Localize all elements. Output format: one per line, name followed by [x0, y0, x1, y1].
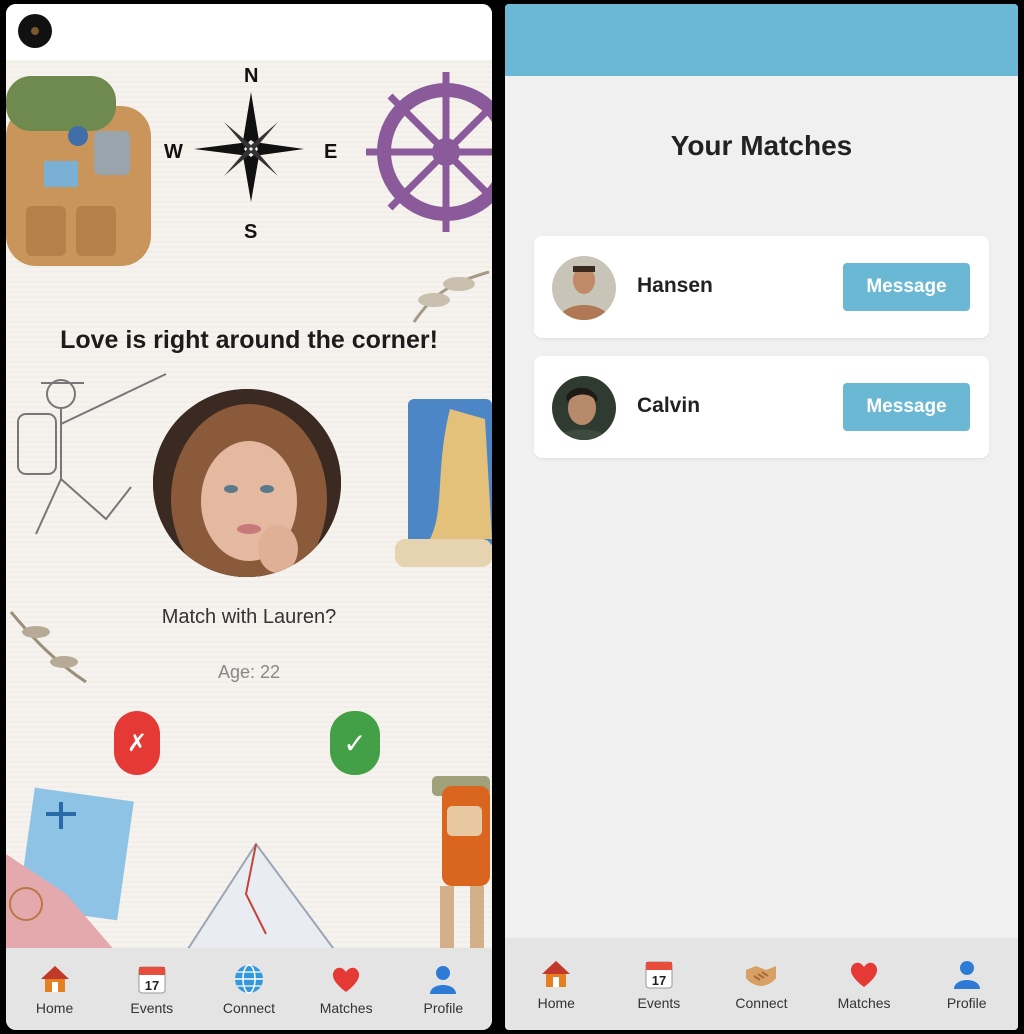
matches-screen: Your Matches Hansen Message Calvin Messa… — [505, 4, 1018, 1030]
compass-n: N — [244, 65, 258, 87]
nav-connect[interactable]: Connect — [209, 962, 289, 1016]
message-button[interactable]: Message — [843, 263, 970, 311]
calendar-icon: 17 — [642, 957, 676, 991]
house-icon — [38, 962, 72, 996]
bottom-nav: Home 17 Events Connect Matches Profile — [6, 948, 492, 1030]
nav-matches[interactable]: Matches — [306, 962, 386, 1016]
heart-icon — [847, 957, 881, 991]
nav-profile[interactable]: Profile — [403, 962, 483, 1016]
match-name: Hansen — [637, 274, 713, 297]
nav-connect-label: Connect — [222, 1000, 276, 1016]
nav-profile-label: Profile — [423, 1000, 464, 1016]
calendar-icon: 17 — [135, 962, 169, 996]
menu-button[interactable] — [18, 14, 52, 48]
compass-icon: N E S W — [164, 65, 337, 243]
nav-matches[interactable]: Matches — [824, 957, 904, 1011]
hansen-avatar — [552, 256, 616, 320]
handshake-icon — [744, 957, 778, 991]
nav-home[interactable]: Home — [516, 957, 596, 1011]
compass-s: S — [244, 221, 257, 243]
nav-connect-label: Connect — [735, 995, 788, 1011]
calendar-date: 17 — [145, 978, 159, 993]
heart-icon — [329, 962, 363, 996]
nav-profile-label: Profile — [946, 995, 987, 1011]
nav-events-label: Events — [130, 1000, 174, 1016]
nav-events[interactable]: 17 Events — [112, 962, 192, 1016]
swipe-screen: N E S W Love is right around the corner! — [6, 4, 492, 1030]
match-name: Calvin — [637, 394, 701, 417]
match-card-calvin: Calvin Message — [534, 356, 989, 458]
mountain-illustration — [186, 842, 336, 952]
bottom-nav: Home 17 Events Connect Matches Profile — [505, 938, 1018, 1030]
calendar-date: 17 — [652, 973, 666, 988]
reject-button[interactable]: ✗ — [114, 711, 160, 775]
nav-events-label: Events — [637, 995, 681, 1011]
nav-profile[interactable]: Profile — [927, 957, 1007, 1011]
leaves-illustration — [412, 270, 490, 323]
map-illustration — [395, 399, 492, 567]
nav-home[interactable]: Home — [15, 962, 95, 1016]
accept-button[interactable]: ✓ — [330, 711, 380, 775]
compass-w: W — [164, 141, 183, 163]
hiker-illustration — [432, 776, 490, 952]
tickets-illustration — [6, 787, 134, 952]
message-button[interactable]: Message — [843, 383, 970, 431]
nav-connect[interactable]: Connect — [721, 957, 801, 1011]
leaves-left-illustration — [9, 611, 87, 684]
nav-home-label: Home — [537, 995, 575, 1011]
nav-matches-label: Matches — [319, 1000, 373, 1016]
globe-icon — [232, 962, 266, 996]
lauren-profile-photo — [153, 389, 341, 577]
tagline-heading: Love is right around the corner! — [60, 326, 438, 354]
backpack-illustration — [6, 76, 151, 266]
traveler-sketch-illustration — [17, 373, 167, 535]
nav-events[interactable]: 17 Events — [619, 957, 699, 1011]
top-bar — [6, 4, 492, 60]
compass-e: E — [324, 141, 337, 163]
nav-home-label: Home — [35, 1000, 74, 1016]
calvin-avatar — [552, 376, 616, 440]
nav-matches-label: Matches — [837, 995, 891, 1011]
house-icon — [539, 957, 573, 991]
person-icon — [950, 957, 984, 991]
ship-wheel-illustration — [366, 72, 492, 232]
person-icon — [426, 962, 460, 996]
match-card-hansen: Hansen Message — [534, 236, 989, 338]
header-bar — [505, 4, 1018, 76]
page-title: Your Matches — [670, 130, 853, 161]
